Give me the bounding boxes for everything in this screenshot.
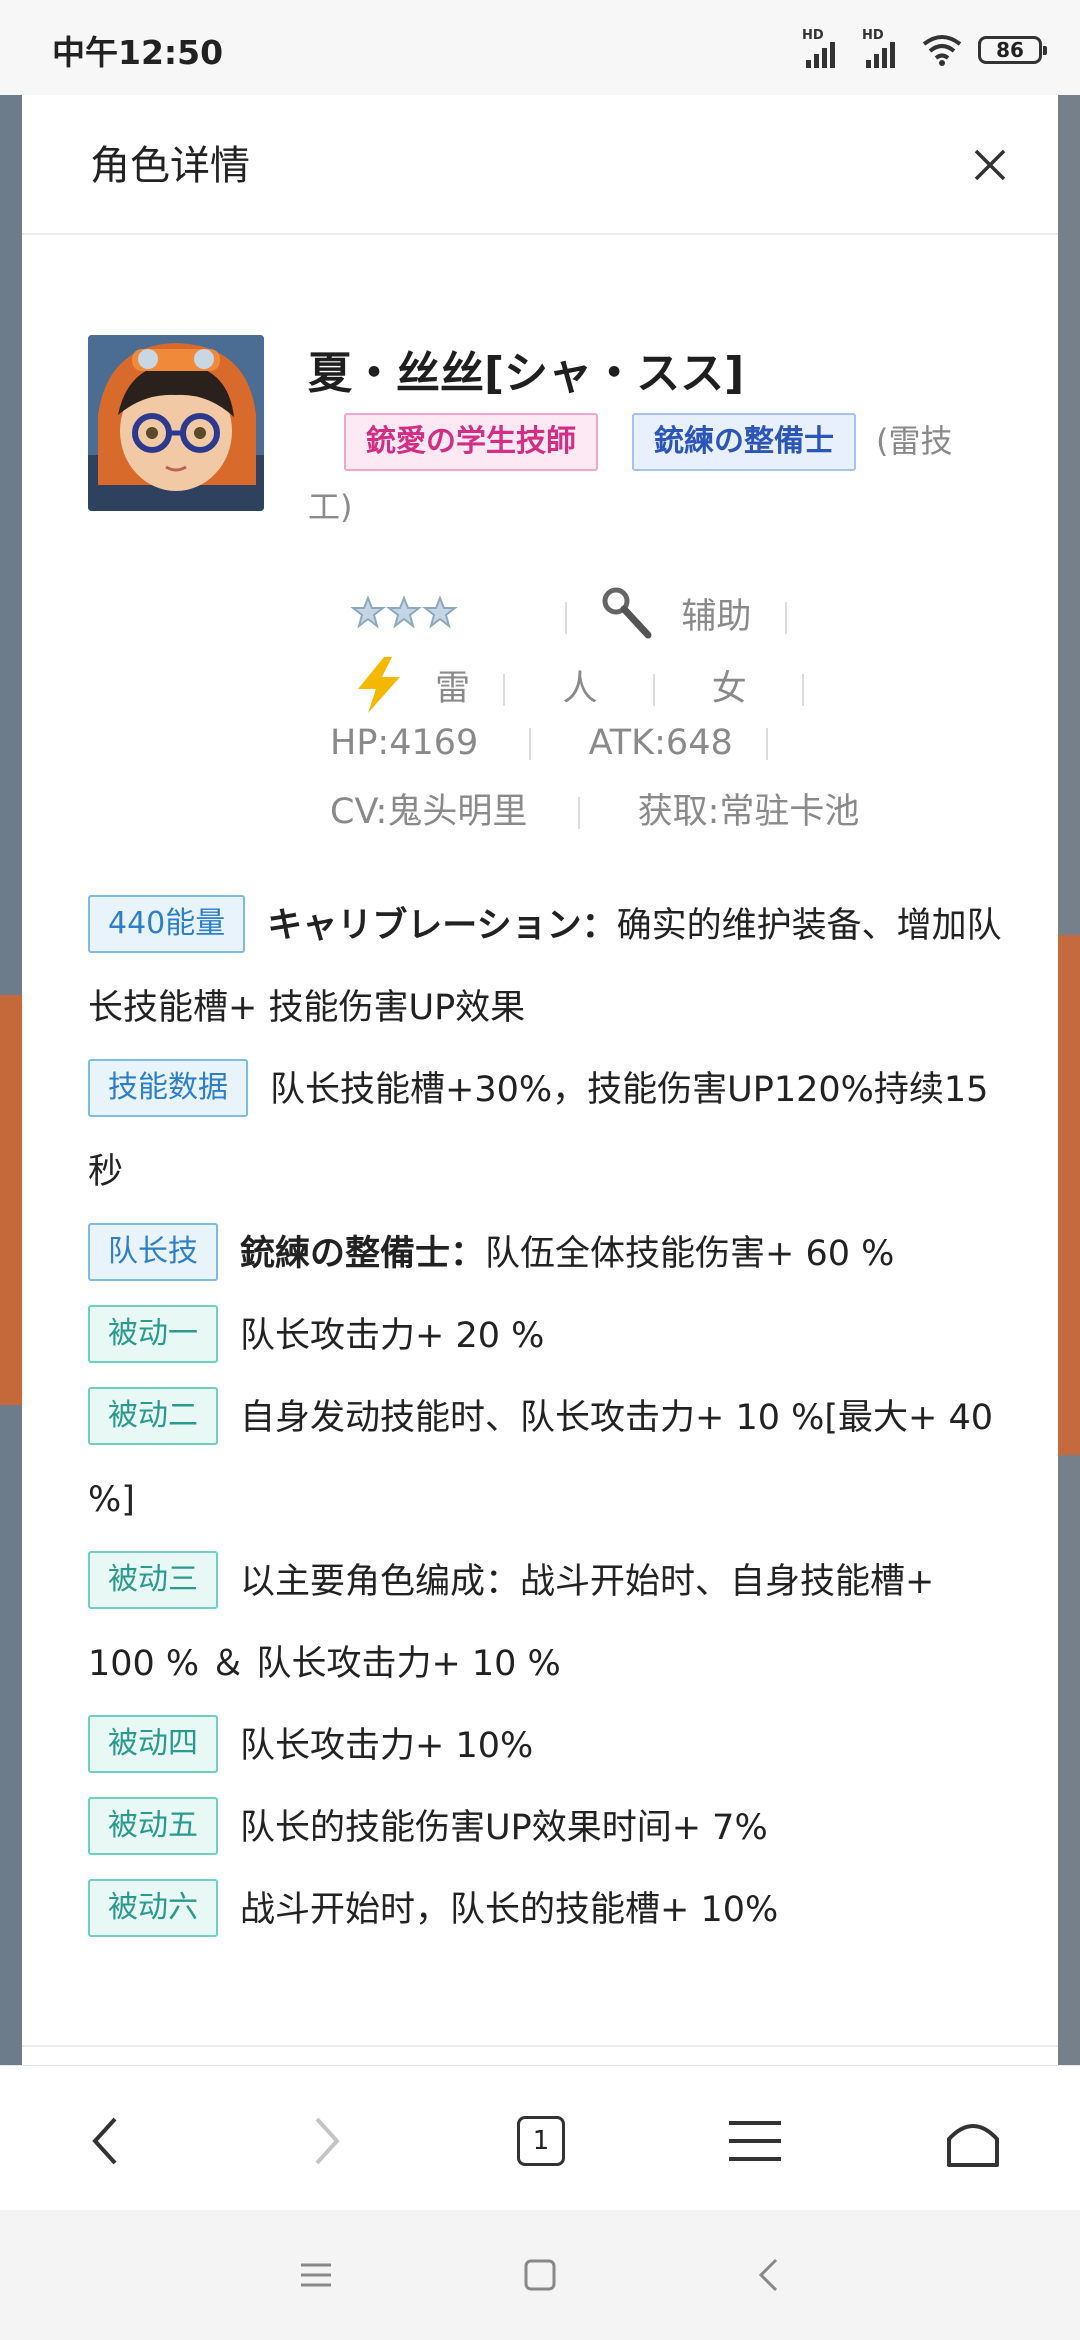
source-value: 获取:常驻卡池 — [637, 792, 860, 832]
character-avatar — [88, 335, 264, 511]
status-time: 中午12:50 — [52, 33, 224, 72]
tab-count: 1 — [517, 2116, 565, 2166]
back-button[interactable] — [70, 2106, 140, 2176]
tag-title-2: 銃練の整備士 — [632, 413, 856, 471]
tag-title-1: 銃愛の学生技師 — [344, 413, 598, 471]
skill-item: 队长技 銃練の整備士：队伍全体技能伤害+ 60 % — [88, 1213, 1008, 1295]
browser-nav-bar: 1 — [0, 2065, 1080, 2211]
forward-button[interactable] — [292, 2106, 362, 2176]
chevron-right-icon — [315, 2117, 340, 2165]
home-button[interactable] — [938, 2106, 1008, 2176]
character-name: 夏・丝丝[シャ・スス] — [308, 348, 745, 399]
skill-title: キャリブレーション： — [267, 906, 617, 946]
modal-footer-divider — [22, 2045, 1058, 2047]
skill-title: 銃練の整備士： — [240, 1234, 486, 1274]
character-element: 雷 — [435, 668, 471, 709]
skill-text: 队长攻击力+ 10% — [240, 1726, 534, 1766]
background-page-right — [1058, 95, 1080, 2065]
skill-badge: 被动二 — [88, 1387, 218, 1445]
stats-row: HP:4169 ATK:648 — [330, 723, 910, 763]
skill-item: 被动二 自身发动技能时、队长攻击力+ 10 %[最大+ 40 %] — [88, 1377, 1008, 1541]
skill-list: 440能量 キャリブレーション：确实的维护装备、增加队长技能槽+ 技能伤害UP效果… — [88, 885, 1008, 1951]
rarity-stars-icon — [350, 595, 458, 640]
skill-text: 自身发动技能时、队长攻击力+ 10 %[最大+ 40 %] — [88, 1398, 994, 1520]
wrench-icon — [600, 585, 656, 650]
signal-icon: HD — [802, 28, 846, 68]
signal-icon-2: HD — [862, 28, 906, 68]
lightning-icon — [350, 655, 410, 724]
skill-text: 队长的技能伤害UP效果时间+ 7% — [240, 1808, 768, 1848]
system-home-button[interactable] — [520, 2255, 560, 2295]
chevron-left-icon — [92, 2117, 117, 2165]
rarity-role-row: 辅助 — [350, 585, 910, 650]
skill-item: 被动三 以主要角色编成：战斗开始时、自身技能槽+ 100 % ＆ 队长攻击力+ 1… — [88, 1541, 1008, 1705]
skill-badge: 被动五 — [88, 1797, 218, 1855]
menu-button[interactable] — [720, 2106, 790, 2176]
skill-item: 被动一 队长攻击力+ 20 % — [88, 1295, 1008, 1377]
skill-badge: 队长技 — [88, 1223, 218, 1281]
skill-text: 队长攻击力+ 20 % — [240, 1316, 545, 1356]
skill-badge: 被动三 — [88, 1551, 218, 1609]
skill-text: 队伍全体技能伤害+ 60 % — [485, 1234, 895, 1274]
home-icon — [947, 2124, 999, 2167]
close-button[interactable] — [962, 137, 1018, 193]
hp-value: HP:4169 — [330, 723, 479, 763]
system-nav-bar — [0, 2210, 1080, 2340]
tabs-button[interactable]: 1 — [506, 2106, 576, 2176]
skill-badge: 技能数据 — [88, 1059, 248, 1117]
cv-value: CV:鬼头明里 — [330, 792, 528, 832]
skill-item: 技能数据 队长技能槽+30%，技能伤害UP120%持续15秒 — [88, 1049, 1008, 1213]
skill-badge: 440能量 — [88, 895, 246, 953]
square-icon — [524, 2259, 556, 2291]
skill-item: 440能量 キャリブレーション：确实的维护装备、增加队长技能槽+ 技能伤害UP效果 — [88, 885, 1008, 1049]
battery-icon: 86 — [978, 36, 1047, 64]
tag-note-continued: 工) — [308, 488, 353, 526]
status-icons: HD HD 86 — [802, 28, 1047, 70]
skill-badge: 被动四 — [88, 1715, 218, 1773]
system-back-icon — [758, 2258, 778, 2292]
skill-badge: 被动六 — [88, 1879, 218, 1937]
atk-value: ATK:648 — [588, 723, 733, 763]
skill-item: 被动五 队长的技能伤害UP效果时间+ 7% — [88, 1787, 1008, 1869]
cv-source-row: CV:鬼头明里 获取:常驻卡池 — [330, 783, 1050, 834]
skill-badge: 被动一 — [88, 1305, 218, 1363]
modal-title: 角色详情 — [90, 143, 250, 189]
character-role: 辅助 — [681, 596, 752, 637]
background-page-left — [0, 95, 22, 2065]
element-row: 雷 人 女 — [350, 655, 910, 724]
character-tags: 銃愛の学生技師 銃練の整備士 (雷技 工) — [308, 409, 1008, 539]
system-menu-icon — [301, 2263, 331, 2287]
skill-item: 被动四 队长攻击力+ 10% — [88, 1705, 1008, 1787]
character-race: 人 — [562, 668, 598, 709]
modal-header: 角色详情 — [22, 95, 1058, 235]
status-bar: 中午12:50 HD HD 86 — [0, 0, 1080, 95]
wifi-icon — [922, 35, 962, 66]
character-gender: 女 — [711, 668, 747, 709]
menu-icon — [729, 2121, 781, 2161]
skill-text: 战斗开始时，队长的技能槽+ 10% — [240, 1890, 779, 1930]
system-menu-button[interactable] — [296, 2255, 336, 2295]
tag-note: (雷技 — [876, 422, 953, 460]
character-detail-modal: 角色详情 夏・丝丝[シャ・スス] 銃愛の学生技師 銃練の整備士 (雷技 工) 辅… — [22, 95, 1058, 2065]
skill-item: 被动六 战斗开始时，队长的技能槽+ 10% — [88, 1869, 1008, 1951]
system-back-button[interactable] — [748, 2255, 788, 2295]
